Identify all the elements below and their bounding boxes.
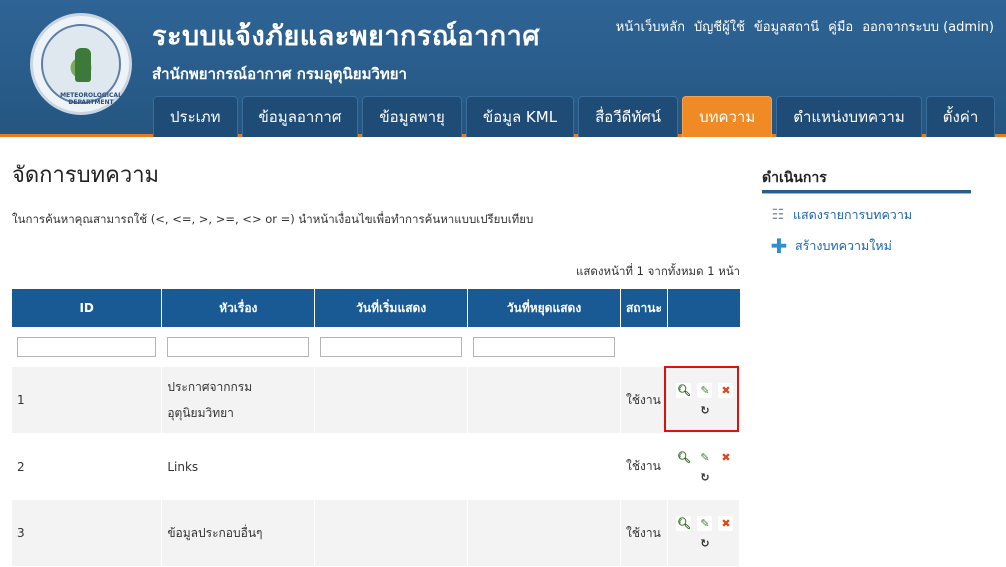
cell-end-date: [467, 367, 621, 433]
sidebar-divider-thin: [762, 193, 971, 194]
filter-status-cell: [620, 327, 668, 367]
cell-start-date: [314, 367, 469, 433]
site-subtitle: สำนักพยากรณ์อากาศ กรมอุตุนิยมวิทยา: [152, 65, 407, 83]
filter-id-input[interactable]: [17, 337, 157, 357]
column-header-start-date[interactable]: วันที่เริ่มแสดง: [314, 289, 469, 327]
document-list-icon: ☷: [771, 207, 785, 223]
cell-title-line: Links: [167, 459, 199, 474]
view-icon[interactable]: 🔍︎: [676, 449, 692, 465]
page-title: จัดการบทความ: [12, 163, 160, 188]
top-links: หน้าเว็บหลัก บัญชีผู้ใช้ ข้อมูลสถานี คู่…: [616, 16, 994, 37]
logo-figure-icon: [75, 48, 91, 82]
column-header-actions: [667, 289, 740, 327]
table-header-row: ID หัวเรื่อง วันที่เริ่มแสดง วันที่หยุดแ…: [12, 289, 740, 327]
cell-status: ใช้งาน: [620, 367, 668, 433]
site-title: ระบบแจ้งภัยและพยากรณ์อากาศ: [152, 21, 540, 52]
filter-row: [12, 327, 741, 367]
sidebar-item-list-articles[interactable]: ☷ แสดงรายการบทความ: [770, 205, 912, 225]
logo-text: METEOROLOGICAL DEPARTMENT: [60, 92, 122, 106]
cell-start-date: [314, 433, 469, 500]
cell-title-line: ประกาศจากกรม: [167, 380, 253, 394]
tab-article-position[interactable]: ตำแหน่งบทความ: [776, 96, 922, 137]
tab-weather-data[interactable]: ข้อมูลอากาศ: [241, 96, 359, 137]
sidebar-item-label: สร้างบทความใหม่: [795, 238, 892, 253]
reset-icon[interactable]: ↻: [697, 536, 712, 551]
tab-settings[interactable]: ตั้งค่า: [925, 96, 996, 137]
table-row: 2 Links ใช้งาน 🔍︎ ✎ ✖ ↻: [12, 433, 741, 500]
page-info: แสดงหน้าที่ 1 จากทั้งหมด 1 หน้า: [576, 264, 741, 278]
row-actions: 🔍︎ ✎ ✖ ↻: [673, 380, 734, 420]
delete-icon[interactable]: ✖: [718, 383, 734, 398]
plus-icon: ✚: [770, 234, 788, 258]
toplink-account[interactable]: บัญชีผู้ใช้: [694, 16, 745, 37]
edit-icon[interactable]: ✎: [697, 516, 713, 531]
tab-category[interactable]: ประเภท: [153, 96, 238, 137]
tab-video[interactable]: สื่อวีดีทัศน์: [578, 96, 679, 137]
sidebar-item-create-article[interactable]: ✚ สร้างบทความใหม่: [770, 234, 892, 258]
cell-id: 1: [12, 367, 163, 433]
tab-kml-data[interactable]: ข้อมูล KML: [465, 96, 575, 137]
main-nav: ประเภท ข้อมูลอากาศ ข้อมูลพายุ ข้อมูล KML…: [153, 96, 996, 137]
cell-status: ใช้งาน: [620, 500, 668, 566]
cell-status: ใช้งาน: [620, 433, 668, 500]
tab-articles[interactable]: บทความ: [682, 96, 773, 137]
reset-icon[interactable]: ↻: [697, 470, 712, 485]
cell-title-line: ข้อมูลประกอบอื่นๆ: [167, 526, 263, 540]
cell-end-date: [467, 500, 621, 566]
header: METEOROLOGICAL DEPARTMENT ระบบแจ้งภัยและ…: [0, 0, 1006, 137]
delete-icon[interactable]: ✖: [718, 516, 734, 531]
cell-start-date: [314, 500, 469, 566]
cell-actions: 🔍︎ ✎ ✖ ↻: [667, 433, 741, 500]
cell-actions: 🔍︎ ✎ ✖ ↻: [667, 500, 741, 566]
edit-icon[interactable]: ✎: [697, 449, 713, 465]
cell-title: ข้อมูลประกอบอื่นๆ: [161, 500, 316, 566]
cell-title: ประกาศจากกรม อุตุนิยมวิทยา: [161, 367, 316, 433]
table-row: 3 ข้อมูลประกอบอื่นๆ ใช้งาน 🔍︎ ✎ ✖ ↻: [12, 500, 741, 566]
filter-actions-cell: [667, 327, 741, 367]
filter-title-input[interactable]: [167, 337, 310, 357]
logo-emblem: METEOROLOGICAL DEPARTMENT: [41, 24, 122, 106]
cell-end-date: [467, 433, 621, 500]
row-actions: 🔍︎ ✎ ✖ ↻: [673, 513, 734, 553]
cell-title-line: อุตุนิยมวิทยา: [167, 406, 234, 420]
column-header-status[interactable]: สถานะ: [620, 289, 668, 327]
cell-actions: 🔍︎ ✎ ✖ ↻: [667, 367, 741, 433]
sidebar-item-label: แสดงรายการบทความ: [793, 207, 913, 222]
articles-table: ID หัวเรื่อง วันที่เริ่มแสดง วันที่หยุดแ…: [12, 289, 741, 566]
filter-end-date-input[interactable]: [473, 337, 615, 357]
toplink-station[interactable]: ข้อมูลสถานี: [754, 16, 819, 37]
toplink-home[interactable]: หน้าเว็บหลัก: [616, 16, 685, 37]
filter-start-date-input[interactable]: [320, 337, 463, 357]
cell-id: 2: [12, 433, 163, 500]
column-header-title[interactable]: หัวเรื่อง: [161, 289, 316, 327]
reset-icon[interactable]: ↻: [697, 403, 712, 418]
cell-title: Links: [161, 433, 316, 500]
tab-storm-data[interactable]: ข้อมูลพายุ: [362, 96, 462, 137]
row-actions: 🔍︎ ✎ ✖ ↻: [673, 447, 734, 487]
toplink-logout[interactable]: ออกจากระบบ (admin): [862, 16, 994, 37]
table-row: 1 ประกาศจากกรม อุตุนิยมวิทยา ใช้งาน 🔍︎ ✎…: [12, 367, 741, 433]
cell-id: 3: [12, 500, 163, 566]
edit-icon[interactable]: ✎: [697, 383, 713, 398]
column-header-end-date[interactable]: วันที่หยุดแสดง: [467, 289, 621, 327]
toplink-manual[interactable]: คู่มือ: [828, 16, 853, 37]
delete-icon[interactable]: ✖: [718, 449, 734, 465]
column-header-id[interactable]: ID: [12, 289, 163, 327]
department-logo: METEOROLOGICAL DEPARTMENT: [30, 13, 132, 115]
sidebar-title: ดำเนินการ: [762, 170, 827, 186]
view-icon[interactable]: 🔍︎: [676, 383, 692, 398]
view-icon[interactable]: 🔍︎: [676, 516, 692, 531]
search-hint: ในการค้นหาคุณสามารถใช้ (<, <=, >, >=, <>…: [12, 212, 534, 226]
